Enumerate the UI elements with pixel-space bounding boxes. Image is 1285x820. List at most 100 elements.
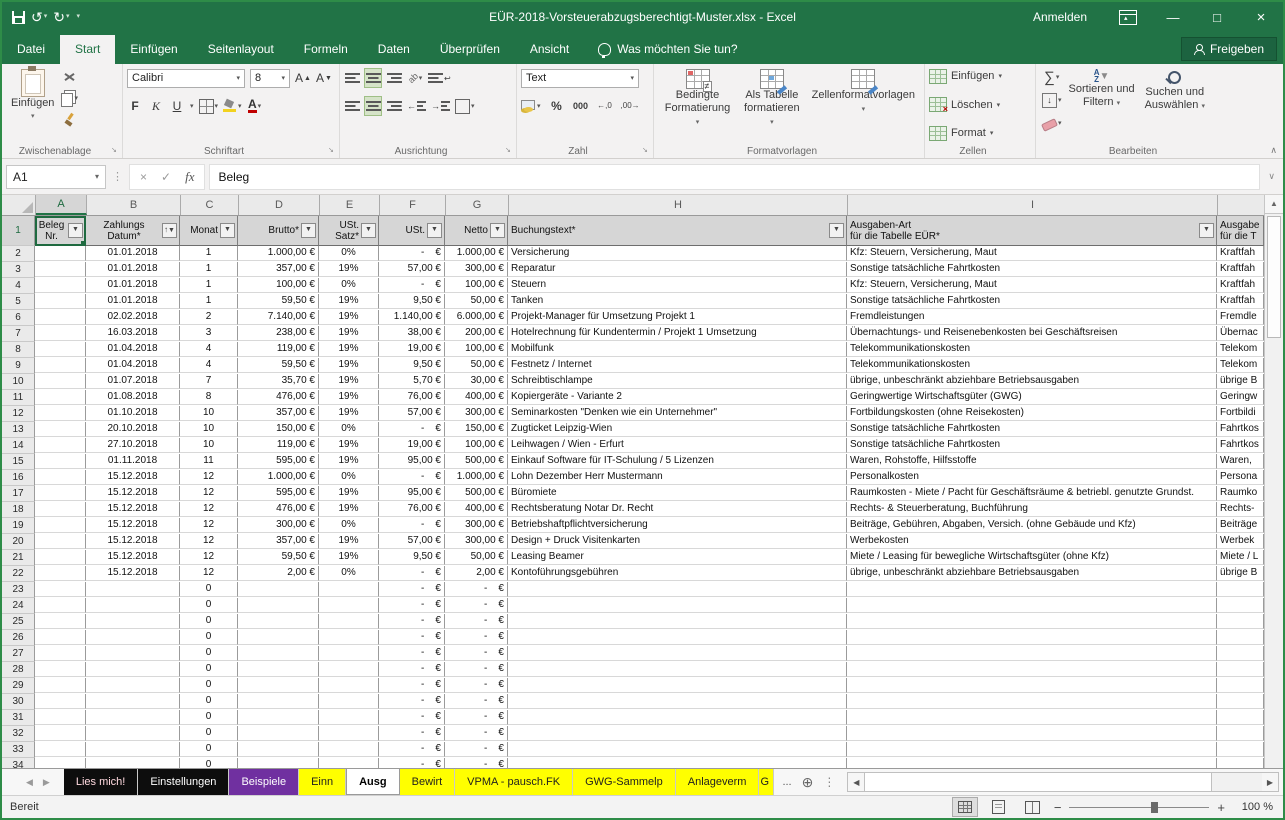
cell-D11[interactable]: 476,00 € xyxy=(238,390,319,405)
confirm-entry-button[interactable]: ✓ xyxy=(161,170,171,184)
cell-E14[interactable]: 19% xyxy=(319,438,379,453)
column-header-A[interactable]: A xyxy=(36,195,87,215)
cell-E19[interactable]: 0% xyxy=(319,518,379,533)
cell-D3[interactable]: 357,00 € xyxy=(238,262,319,277)
cell-F34[interactable]: - € xyxy=(379,758,445,768)
cell-E31[interactable] xyxy=(319,710,379,725)
cell-C14[interactable]: 10 xyxy=(180,438,238,453)
cell-A23[interactable] xyxy=(35,582,86,597)
cell-B4[interactable]: 01.01.2018 xyxy=(86,278,180,293)
cell-F12[interactable]: 57,00 € xyxy=(379,406,445,421)
cell-C1[interactable]: Monat ▼ xyxy=(180,216,238,246)
cell-H24[interactable] xyxy=(508,598,847,613)
cell-B32[interactable] xyxy=(86,726,180,741)
cell-H18[interactable]: Rechtsberatung Notar Dr. Recht xyxy=(508,502,847,517)
cell-G7[interactable]: 200,00 € xyxy=(445,326,508,341)
row-header-10[interactable]: 10 xyxy=(2,374,35,390)
cell-D8[interactable]: 119,00 € xyxy=(238,342,319,357)
align-middle-button[interactable] xyxy=(364,68,382,88)
cell-F4[interactable]: - € xyxy=(379,278,445,293)
cell-C29[interactable]: 0 xyxy=(180,678,238,693)
cell-A22[interactable] xyxy=(35,566,86,581)
zoom-slider[interactable] xyxy=(1069,801,1210,813)
sheet-tab-anlageverm[interactable]: Anlageverm xyxy=(675,769,760,795)
cell-J2[interactable]: Kraftfah xyxy=(1217,246,1264,261)
save-button[interactable] xyxy=(12,10,25,24)
cell-G9[interactable]: 50,00 € xyxy=(445,358,508,373)
cell-F20[interactable]: 57,00 € xyxy=(379,534,445,549)
filter-button-A[interactable]: ▼ xyxy=(68,223,83,238)
column-header-G[interactable]: G xyxy=(446,195,509,215)
cell-F29[interactable]: - € xyxy=(379,678,445,693)
vertical-scrollbar[interactable]: ▲ xyxy=(1264,195,1283,768)
cell-J18[interactable]: Rechts- xyxy=(1217,502,1264,517)
sheet-tab-g[interactable]: G xyxy=(759,769,775,795)
cell-H23[interactable] xyxy=(508,582,847,597)
cell-H12[interactable]: Seminarkosten "Denken wie ein Unternehme… xyxy=(508,406,847,421)
column-header-C[interactable]: C xyxy=(181,195,239,215)
cell-E32[interactable] xyxy=(319,726,379,741)
cell-H6[interactable]: Projekt-Manager für Umsetzung Projekt 1 xyxy=(508,310,847,325)
italic-button[interactable]: K xyxy=(148,97,164,115)
cell-J12[interactable]: Fortbildi xyxy=(1217,406,1264,421)
zoom-in-button[interactable]: + xyxy=(1217,800,1225,815)
cell-B1[interactable]: Zahlungs Datum* ↑▼ xyxy=(86,216,180,246)
cell-D12[interactable]: 357,00 € xyxy=(238,406,319,421)
cell-I30[interactable] xyxy=(847,694,1217,709)
cell-G32[interactable]: - € xyxy=(445,726,508,741)
column-header-D[interactable]: D xyxy=(239,195,320,215)
filter-button-E[interactable]: ▼ xyxy=(361,223,376,238)
cell-F2[interactable]: - € xyxy=(379,246,445,261)
cell-A34[interactable] xyxy=(35,758,86,768)
cell-C17[interactable]: 12 xyxy=(180,486,238,501)
find-select-button[interactable]: Suchen und Auswählen ▾ xyxy=(1140,67,1210,115)
cell-F30[interactable]: - € xyxy=(379,694,445,709)
ribbon-tab-überprüfen[interactable]: Überprüfen xyxy=(425,35,515,64)
sheet-tab-lies-mich-[interactable]: Lies mich! xyxy=(63,769,139,795)
zoom-out-button[interactable]: − xyxy=(1054,800,1062,815)
cell-H4[interactable]: Steuern xyxy=(508,278,847,293)
row-header-6[interactable]: 6 xyxy=(2,310,35,326)
decrease-decimal-button[interactable]: ,00→ xyxy=(621,97,640,115)
cell-A18[interactable] xyxy=(35,502,86,517)
cell-I18[interactable]: Rechts- & Steuerberatung, Buchführung xyxy=(847,502,1217,517)
cell-B27[interactable] xyxy=(86,646,180,661)
cell-G2[interactable]: 1.000,00 € xyxy=(445,246,508,261)
cell-E15[interactable]: 19% xyxy=(319,454,379,469)
sheet-tab-einstellungen[interactable]: Einstellungen xyxy=(138,769,230,795)
cell-J34[interactable] xyxy=(1217,758,1264,768)
cell-F16[interactable]: - € xyxy=(379,470,445,485)
page-layout-view-button[interactable] xyxy=(986,797,1012,817)
cell-B30[interactable] xyxy=(86,694,180,709)
cell-J19[interactable]: Beiträge xyxy=(1217,518,1264,533)
cell-H9[interactable]: Festnetz / Internet xyxy=(508,358,847,373)
cell-A1[interactable]: Beleg Nr. ▼ xyxy=(35,216,86,246)
cell-I31[interactable] xyxy=(847,710,1217,725)
cell-G4[interactable]: 100,00 € xyxy=(445,278,508,293)
cell-D24[interactable] xyxy=(238,598,319,613)
cell-G26[interactable]: - € xyxy=(445,630,508,645)
cell-B20[interactable]: 15.12.2018 xyxy=(86,534,180,549)
row-header-15[interactable]: 15 xyxy=(2,454,35,470)
undo-button[interactable]: ↺ ▾ xyxy=(31,10,47,24)
cell-B15[interactable]: 01.11.2018 xyxy=(86,454,180,469)
cell-H14[interactable]: Leihwagen / Wien - Erfurt xyxy=(508,438,847,453)
column-header-E[interactable]: E xyxy=(320,195,380,215)
cell-I25[interactable] xyxy=(847,614,1217,629)
cell-C19[interactable]: 12 xyxy=(180,518,238,533)
cell-J27[interactable] xyxy=(1217,646,1264,661)
cell-H8[interactable]: Mobilfunk xyxy=(508,342,847,357)
cell-D6[interactable]: 7.140,00 € xyxy=(238,310,319,325)
filter-button-G[interactable]: ▼ xyxy=(490,223,505,238)
sort-filter-button[interactable]: A Z ▼ Sortieren und Filtern ▾ xyxy=(1064,67,1140,112)
cell-H26[interactable] xyxy=(508,630,847,645)
row-header-33[interactable]: 33 xyxy=(2,742,35,758)
cell-H22[interactable]: Kontoführungsgebühren xyxy=(508,566,847,581)
cell-E24[interactable] xyxy=(319,598,379,613)
row-header-5[interactable]: 5 xyxy=(2,294,35,310)
cell-D15[interactable]: 595,00 € xyxy=(238,454,319,469)
cell-E11[interactable]: 19% xyxy=(319,390,379,405)
borders-button[interactable]: ▾ xyxy=(198,97,218,115)
cell-C24[interactable]: 0 xyxy=(180,598,238,613)
cell-G10[interactable]: 30,00 € xyxy=(445,374,508,389)
